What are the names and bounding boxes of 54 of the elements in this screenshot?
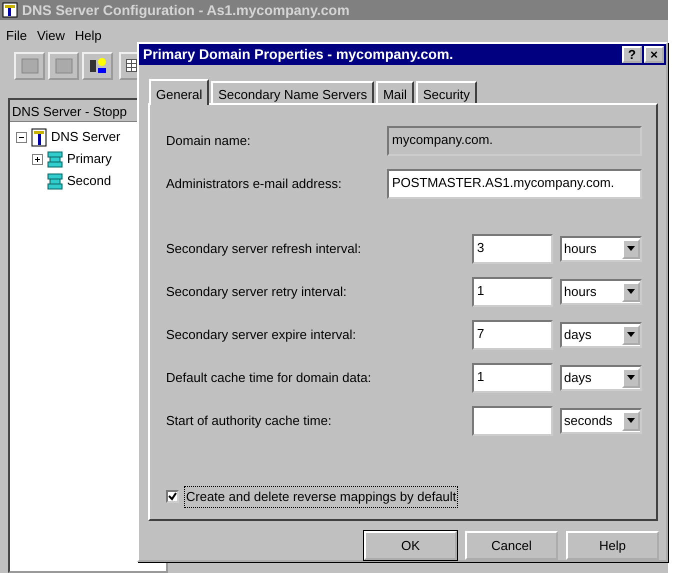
dropdown-arrow-icon [627,289,635,294]
tree-item[interactable]: DNS Server [51,127,120,147]
field-label: Secondary server expire interval: [166,326,356,344]
tab[interactable]: General [149,79,210,105]
unit-dropdown[interactable]: hours [560,236,642,262]
network-icon [20,56,40,76]
dropdown-arrow-icon [627,332,635,337]
server-icon [30,128,48,146]
field-label: Default cache time for domain data: [166,368,372,387]
close-button[interactable]: × [644,46,664,63]
field-label: Secondary server retry interval: [166,282,347,301]
cancel-button[interactable]: Cancel [465,531,558,560]
unit-dropdown[interactable]: seconds [560,408,642,434]
field-label: Administrators e-mail address: [166,174,342,193]
menu-item[interactable]: View [36,26,65,46]
expand-toggle[interactable] [32,154,43,164]
tree-item[interactable]: Second [67,171,112,191]
window-title: DNS Server Configuration - As1.mycompany.com [22,0,350,20]
help-button[interactable]: Help [566,531,659,560]
dialog-title: Primary Domain Properties - mycompany.com. [143,45,454,64]
number-field[interactable]: 3 [472,234,553,264]
ok-button[interactable]: OK [364,531,457,560]
tab[interactable]: Secondary Name Servers [211,81,374,103]
field-label: Domain name: [166,132,251,150]
server-icon [2,2,18,18]
number-field[interactable]: 1 [472,276,553,306]
tree-item[interactable]: Primary [67,149,112,169]
unit-dropdown[interactable]: hours [560,278,642,304]
field-label: Start of authority cache time: [166,412,332,430]
number-field[interactable] [472,406,553,436]
tab[interactable]: Security [416,81,477,103]
help-button[interactable]: ? [622,46,642,63]
checkbox[interactable] [166,490,179,504]
zone-icon [46,172,64,190]
unit-dropdown[interactable]: days [560,364,642,390]
menu-item[interactable]: File [6,26,27,46]
dropdown-arrow-icon [627,418,635,423]
unit-dropdown[interactable]: days [560,322,642,348]
menu-item[interactable]: Help [74,26,102,46]
dropdown-arrow-icon [627,375,635,380]
network-icon [54,56,74,76]
network-toolbar-button[interactable] [14,52,45,80]
field-label: Secondary server refresh interval: [166,240,362,258]
dropdown-arrow-icon [627,246,635,251]
tab[interactable]: Mail [376,81,414,103]
server-light-toolbar-button[interactable] [82,52,113,80]
checkbox-label[interactable]: Create and delete reverse mappings by default [184,486,458,508]
server-light-icon [88,56,108,76]
number-field[interactable]: 1 [472,362,553,392]
zone-icon [46,150,64,168]
text-field: mycompany.com. [387,126,642,156]
text-field[interactable]: POSTMASTER.AS1.mycompany.com. [387,168,642,198]
collapse-toggle[interactable] [16,132,27,142]
number-field[interactable]: 7 [472,320,553,350]
